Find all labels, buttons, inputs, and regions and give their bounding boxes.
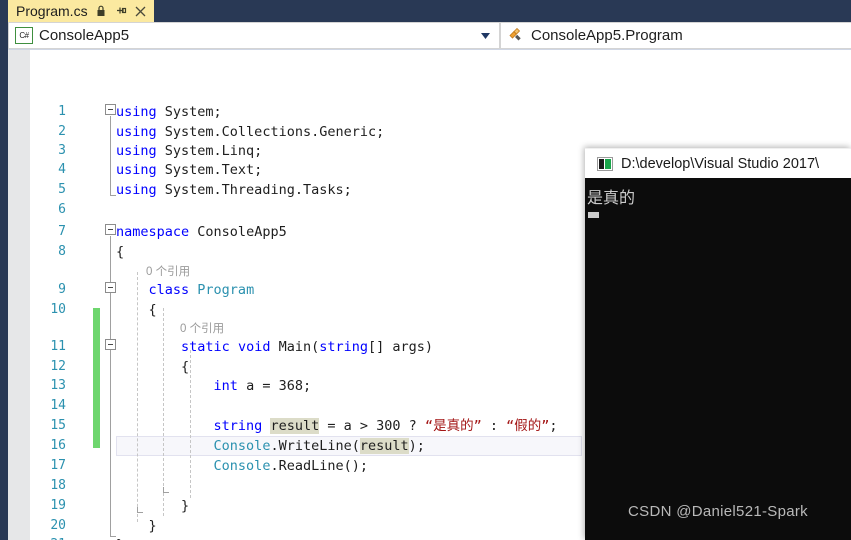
- line-number: 20: [50, 518, 66, 533]
- codelens-main[interactable]: 0 个引用: [180, 320, 224, 338]
- code-line-16: Console.WriteLine(result);: [213, 438, 425, 454]
- editor-tab-strip: Program.cs: [0, 0, 851, 22]
- console-app-icon: [597, 156, 613, 171]
- code-line-21: }: [116, 535, 124, 540]
- console-title-text: D:\develop\Visual Studio 2017\: [621, 155, 820, 172]
- line-number: 6: [58, 202, 66, 217]
- line-number: 13: [50, 378, 66, 393]
- line-number: 18: [50, 478, 66, 493]
- code-line-7: namespace ConsoleApp5: [116, 224, 287, 240]
- line-number: 2: [58, 124, 66, 139]
- console-title-bar[interactable]: D:\develop\Visual Studio 2017\: [585, 148, 851, 178]
- line-number: 9: [58, 282, 66, 297]
- line-number: 11: [50, 339, 66, 354]
- line-number: 12: [50, 359, 66, 374]
- chevron-down-icon[interactable]: [479, 30, 491, 42]
- console-caret: [588, 212, 599, 218]
- member-dropdown-value: ConsoleApp5.Program: [531, 27, 683, 44]
- class-method-icon: [507, 27, 525, 45]
- code-line-11: static void Main(string[] args): [181, 339, 434, 355]
- project-dropdown[interactable]: C# ConsoleApp5: [8, 22, 500, 49]
- code-line-20: }: [148, 518, 157, 534]
- line-number: 19: [50, 498, 66, 513]
- console-output-area[interactable]: 是真的 CSDN @Daniel521-Spark: [585, 178, 851, 540]
- csharp-file-icon: C#: [15, 27, 33, 45]
- line-number: 3: [58, 143, 66, 158]
- console-window[interactable]: D:\develop\Visual Studio 2017\ 是真的 CSDN …: [585, 148, 851, 540]
- line-number: 16: [50, 438, 66, 453]
- line-number: 10: [50, 302, 66, 317]
- code-line-9: class Program: [148, 282, 255, 298]
- code-line-5: using System.Threading.Tasks;: [116, 182, 352, 198]
- member-dropdown[interactable]: ConsoleApp5.Program: [500, 22, 851, 49]
- watermark: CSDN @Daniel521-Spark: [628, 503, 808, 520]
- highlighted-symbol: result: [359, 438, 409, 454]
- code-line-15: string result = a > 300 ? “是真的” : “假的”;: [213, 418, 558, 434]
- line-number: 17: [50, 458, 66, 473]
- code-line-19: }: [181, 498, 190, 514]
- line-number: 5: [58, 182, 66, 197]
- code-line-13: int a = 368;: [213, 378, 312, 394]
- nav-left-stripe: [0, 22, 8, 50]
- line-number: 4: [58, 162, 66, 177]
- code-line-17: Console.ReadLine();: [213, 458, 368, 474]
- lock-icon[interactable]: [94, 3, 108, 19]
- code-line-10: {: [148, 302, 157, 318]
- codelens-class[interactable]: 0 个引用: [146, 263, 190, 281]
- close-icon[interactable]: [134, 3, 148, 19]
- line-number: 1: [58, 104, 66, 119]
- console-output-line: 是真的: [587, 188, 636, 207]
- code-line-3: using System.Linq;: [116, 143, 263, 159]
- line-number: 21: [30, 535, 66, 540]
- line-number: 8: [58, 244, 66, 259]
- line-number: 14: [50, 398, 66, 413]
- tab-label: Program.cs: [16, 3, 88, 19]
- code-line-8: {: [116, 244, 125, 260]
- code-line-2: using System.Collections.Generic;: [116, 124, 385, 140]
- code-line-1: using System;: [116, 104, 222, 120]
- line-number: 15: [50, 418, 66, 433]
- tab-program-cs[interactable]: Program.cs: [8, 0, 154, 22]
- line-number: 7: [58, 224, 66, 239]
- highlighted-symbol: result: [270, 418, 320, 434]
- project-dropdown-value: ConsoleApp5: [39, 27, 130, 44]
- code-line-12: {: [181, 359, 190, 375]
- pin-icon[interactable]: [114, 3, 128, 19]
- visual-studio-window: Program.cs C# ConsoleApp5 ConsoleApp5.Pr…: [0, 0, 851, 540]
- code-line-4: using System.Text;: [116, 162, 263, 178]
